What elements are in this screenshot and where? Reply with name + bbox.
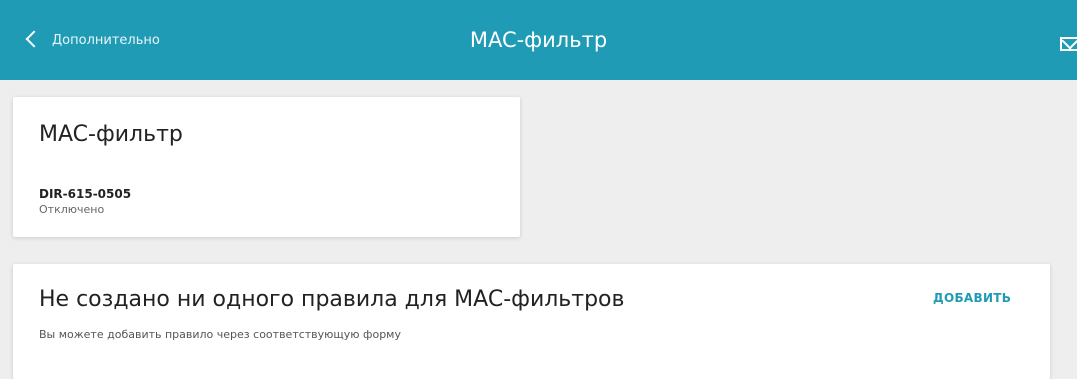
filter-status: Отключено [39,203,105,216]
mac-filter-summary-card: MAC-фильтр DIR-615-0505 Отключено [13,97,520,237]
mac-filter-rules-card: Не создано ни одного правила для MAC-фил… [13,264,1050,379]
rules-card-title: Не создано ни одного правила для MAC-фил… [39,287,625,312]
page-title: MAC-фильтр [469,28,608,52]
add-rule-button[interactable]: ДОБАВИТЬ [933,291,1011,305]
summary-card-title: MAC-фильтр [39,122,183,147]
envelope-icon[interactable] [1060,37,1077,51]
app-header: Дополнительно MAC-фильтр [0,0,1077,80]
device-name: DIR-615-0505 [39,187,132,201]
rules-card-hint: Вы можете добавить правило через соответ… [39,328,401,341]
